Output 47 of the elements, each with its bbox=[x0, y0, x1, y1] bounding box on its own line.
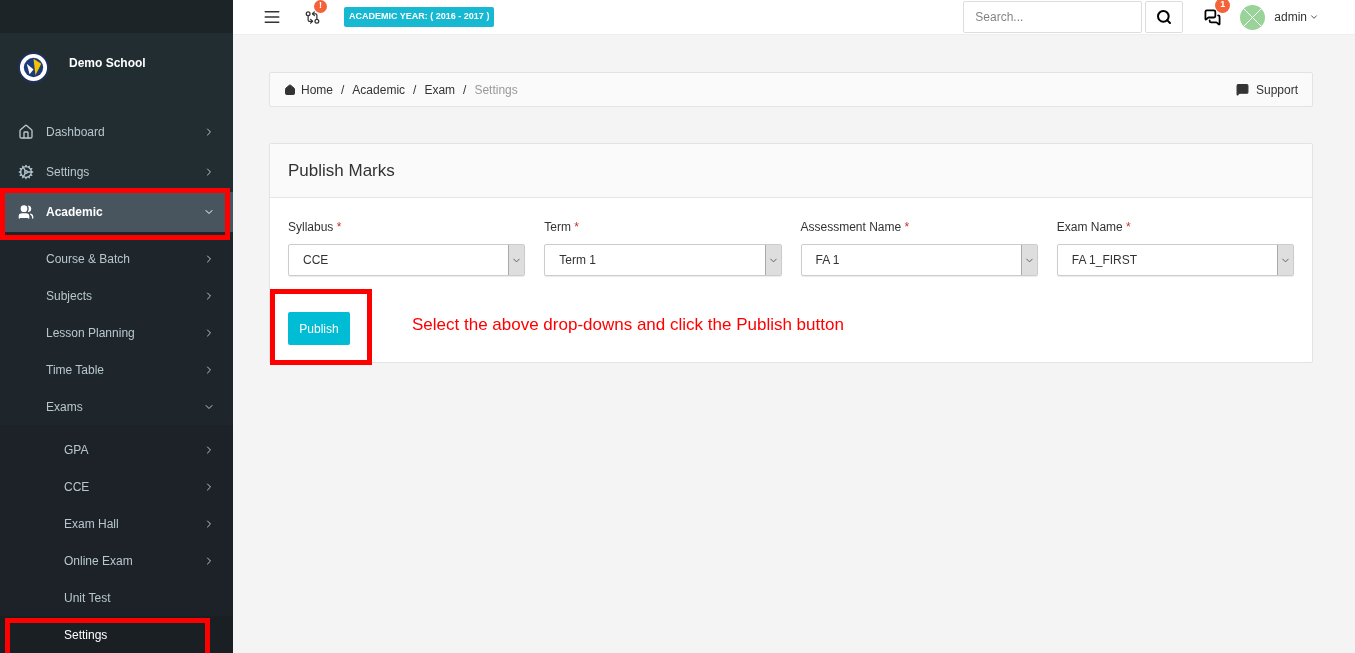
sidebar-item[interactable]: Lesson Planning bbox=[0, 314, 233, 351]
sidebar-item[interactable]: Exams bbox=[0, 388, 233, 425]
search-icon bbox=[1156, 9, 1173, 25]
home-icon bbox=[18, 124, 34, 140]
sidebar-item[interactable]: GPA bbox=[0, 431, 233, 468]
field-label: Assessment Name * bbox=[800, 219, 911, 236]
user-menu-button[interactable]: admin bbox=[1274, 8, 1319, 26]
swap-arrows-icon[interactable] bbox=[305, 9, 320, 25]
home-icon bbox=[284, 83, 296, 96]
breadcrumb-separator: / bbox=[463, 81, 467, 99]
search-button[interactable] bbox=[1145, 1, 1184, 33]
menu-icon[interactable] bbox=[263, 8, 281, 26]
chat-icon[interactable] bbox=[1204, 8, 1222, 26]
notification-badge: ! bbox=[314, 0, 327, 13]
gear-icon bbox=[18, 164, 34, 180]
sidebar-item[interactable]: Subjects bbox=[0, 277, 233, 314]
sidebar-item[interactable]: Course & Batch bbox=[0, 240, 233, 277]
sidebar-item[interactable]: Unit Test bbox=[0, 579, 233, 616]
field-label: Exam Name * bbox=[1056, 219, 1132, 236]
breadcrumb-separator: / bbox=[413, 81, 417, 99]
support-icon bbox=[1235, 83, 1249, 96]
search-field[interactable]: Search... bbox=[963, 1, 1143, 33]
caret-icon bbox=[1309, 12, 1319, 22]
school-name: Demo School bbox=[69, 55, 146, 73]
logo-icon bbox=[18, 52, 49, 84]
card-title: Publish Marks bbox=[288, 159, 395, 182]
breadcrumb-link[interactable]: Exam bbox=[424, 80, 456, 99]
breadcrumb-link[interactable]: Home bbox=[301, 80, 333, 99]
field-label: Term * bbox=[544, 219, 580, 236]
dropdown[interactable]: FA 1 bbox=[800, 244, 1038, 276]
sidebar-item[interactable]: Dashboard bbox=[0, 112, 233, 152]
sidebar-item[interactable]: Time Table bbox=[0, 351, 233, 388]
sidebar-item[interactable]: Exam Hall bbox=[0, 505, 233, 542]
sidebar-item[interactable]: Settings bbox=[0, 152, 233, 192]
users-icon bbox=[18, 204, 34, 220]
breadcrumb-separator: / bbox=[341, 81, 345, 99]
breadcrumb-link[interactable]: Academic bbox=[352, 80, 406, 99]
sidebar-item[interactable]: Online Exam bbox=[0, 542, 233, 579]
dropdown[interactable]: CCE bbox=[288, 244, 526, 276]
support-link[interactable]: Support bbox=[1255, 80, 1298, 99]
sidebar-item[interactable]: CCE bbox=[0, 468, 233, 505]
dropdown[interactable]: Term 1 bbox=[544, 244, 782, 276]
instruction-text: Select the above drop-downs and click the Publish button bbox=[412, 313, 844, 336]
field-label: Syllabus * bbox=[288, 219, 343, 236]
academic-year-badge: ACADEMIC YEAR: ( 2016 - 2017 ) bbox=[344, 7, 495, 27]
message-badge: 1 bbox=[1215, 0, 1231, 13]
dropdown[interactable]: FA 1_FIRST bbox=[1056, 244, 1294, 276]
